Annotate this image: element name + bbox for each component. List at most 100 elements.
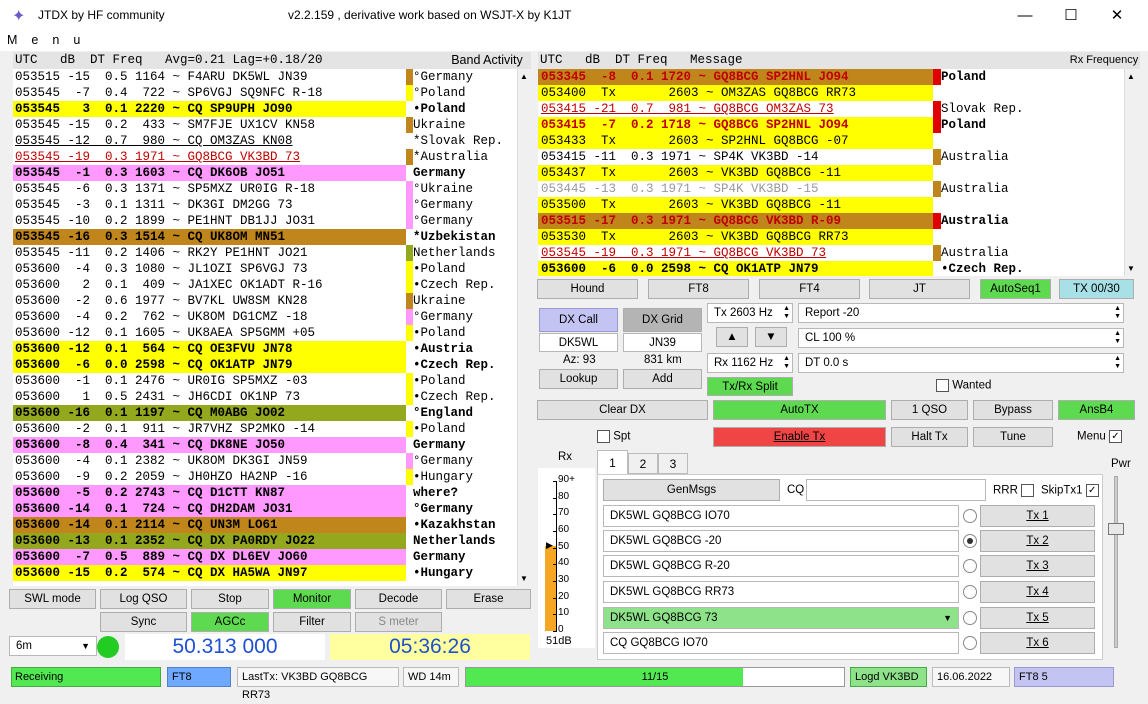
agcc-button[interactable]: AGCc <box>191 612 269 632</box>
band-activity-row[interactable]: 053600 -2 0.6 1977 ~ BV7KL UW8SM KN28 Ukr… <box>13 293 517 309</box>
band-activity-row[interactable]: 053600 -4 0.3 1080 ~ JL1OZI SP6VGJ 73 •Po… <box>13 261 517 277</box>
menu-mode[interactable]: n <box>45 31 66 47</box>
spin-arrows-icon[interactable]: ▲ ▼ <box>1114 305 1121 321</box>
lookup-button[interactable]: Lookup <box>539 369 618 389</box>
tx3-message-input[interactable]: DK5WL GQ8BCG R-20 <box>603 555 959 577</box>
wanted-checkbox[interactable]: Wanted <box>936 379 991 392</box>
rx-frequency-scrollbar[interactable]: ▲ ▼ <box>1124 69 1139 276</box>
band-activity-row[interactable]: 053600 -14 0.1 2114 ~ CQ UN3M LO61 •Kazak… <box>13 517 517 533</box>
band-activity-row[interactable]: 053600 -5 0.2 2743 ~ CQ D1CTT KN87 where? <box>13 485 517 501</box>
tx2-message-input[interactable]: DK5WL GQ8BCG -20 <box>603 530 959 552</box>
menu-help[interactable] <box>157 42 171 44</box>
add-button[interactable]: Add <box>623 369 702 389</box>
band-activity-row[interactable]: 053600 2 0.1 409 ~ JA1XEC OK1ADT R-16 •Cz… <box>13 277 517 293</box>
jt-mode-button[interactable]: JT <box>869 279 970 299</box>
cl-spinbox[interactable]: CL 100 % ▲ ▼ <box>798 328 1124 348</box>
band-activity-row[interactable]: 053600 -6 0.0 2598 ~ CQ OK1ATP JN79 •Czec… <box>13 357 517 373</box>
band-activity-row[interactable]: 053545 -6 0.3 1371 ~ SP5MXZ UR0IG R-18 °U… <box>13 181 517 197</box>
spt-checkbox[interactable]: Spt <box>597 430 630 443</box>
pwr-slider-handle[interactable] <box>1108 523 1124 535</box>
down-arrow-button[interactable]: ▼ <box>755 327 787 347</box>
band-activity-row[interactable]: 053545 -12 0.7 980 ~ CQ OM3ZAS KN08 *Slov… <box>13 133 517 149</box>
rx-frequency-row[interactable]: 053545 -19 0.3 1971 ~ GQ8BCG VK3BD 73 Aus… <box>538 245 1124 261</box>
band-activity-row[interactable]: 053545 3 0.1 2220 ~ CQ SP9UPH JO90 •Polan… <box>13 101 517 117</box>
rx-frequency-list[interactable]: 053345 -8 0.1 1720 ~ GQ8BCG SP2HNL JO94 P… <box>538 69 1124 276</box>
clear-dx-button[interactable]: Clear DX <box>537 400 708 420</box>
rx-frequency-row[interactable]: 053345 -8 0.1 1720 ~ GQ8BCG SP2HNL JO94 P… <box>538 69 1124 85</box>
sync-button[interactable]: Sync <box>100 612 187 632</box>
tx5-message-combo[interactable]: DK5WL GQ8BCG 73 ▼ <box>603 607 959 629</box>
band-activity-list[interactable]: 053515 -15 0.5 1164 ~ F4ARU DK5WL JN39 °G… <box>13 69 517 586</box>
rx-frequency-row[interactable]: 053530 Tx 2603 ~ VK3BD GQ8BCG RR73 <box>538 229 1124 245</box>
band-activity-row[interactable]: 053600 -16 0.1 1197 ~ CQ M0ABG JO02 °Engl… <box>13 405 517 421</box>
monitor-button[interactable]: Monitor <box>273 589 351 609</box>
tx5-button[interactable]: Tx 5 <box>980 607 1095 629</box>
band-activity-row[interactable]: 053600 -8 0.4 341 ~ CQ DK8NE JO50 Germany <box>13 437 517 453</box>
rrr-checkbox[interactable]: RRR <box>993 484 1035 497</box>
band-select[interactable]: 6m ▼ <box>9 636 97 656</box>
report-spinbox[interactable]: Report -20 ▲ ▼ <box>798 303 1124 323</box>
erase-button[interactable]: Erase <box>446 589 531 609</box>
band-activity-row[interactable]: 053545 -16 0.3 1514 ~ CQ UK8OM MN51 *Uzbe… <box>13 229 517 245</box>
chevron-down-icon[interactable]: ▼ <box>81 641 90 651</box>
rx-frequency-row[interactable]: 053437 Tx 2603 ~ VK3BD GQ8BCG -11 <box>538 165 1124 181</box>
spin-arrows-icon[interactable]: ▲ ▼ <box>1114 355 1121 371</box>
band-activity-row[interactable]: 053545 -10 0.2 1899 ~ PE1HNT DB1JJ JO31 °… <box>13 213 517 229</box>
menu-checkbox[interactable]: Menu ✓ <box>1077 430 1122 443</box>
one-qso-button[interactable]: 1 QSO <box>891 400 968 420</box>
log-qso-button[interactable]: Log QSO <box>100 589 187 609</box>
menu-view[interactable]: e <box>24 31 45 47</box>
band-activity-row[interactable]: 053600 -2 0.1 911 ~ JR7VHZ SP2MKO -14 •Po… <box>13 421 517 437</box>
band-activity-row[interactable]: 053545 -11 0.2 1406 ~ RK2Y PE1HNT JO21 Ne… <box>13 245 517 261</box>
tx3-button[interactable]: Tx 3 <box>980 555 1095 577</box>
tune-button[interactable]: Tune <box>973 427 1053 447</box>
tab-1[interactable]: 1 <box>597 450 628 475</box>
bypass-button[interactable]: Bypass <box>973 400 1053 420</box>
rx-frequency-spinbox[interactable]: Rx 1162 Hz ▲ ▼ <box>707 353 793 373</box>
band-activity-row[interactable]: 053600 1 0.5 2431 ~ JH6CDI OK1NP 73 •Czec… <box>13 389 517 405</box>
band-activity-row[interactable]: 053600 -1 0.1 2476 ~ UR0IG SP5MXZ -03 •Po… <box>13 373 517 389</box>
tab-2[interactable]: 2 <box>628 453 658 474</box>
ft8-mode-button[interactable]: FT8 <box>648 279 749 299</box>
band-activity-row[interactable]: 053545 -7 0.4 722 ~ SP6VGJ SQ9NFC R-18 °P… <box>13 85 517 101</box>
tx1-radio[interactable] <box>963 509 977 523</box>
rx-frequency-row[interactable]: 053400 Tx 2603 ~ OM3ZAS GQ8BCG RR73 <box>538 85 1124 101</box>
dt-spinbox[interactable]: DT 0.0 s ▲ ▼ <box>798 353 1124 373</box>
tx2-button[interactable]: Tx 2 <box>980 530 1095 552</box>
ansb4-button[interactable]: AnsB4 <box>1058 400 1135 420</box>
hound-button[interactable]: Hound <box>537 279 638 299</box>
band-activity-row[interactable]: 053545 -19 0.3 1971 ~ GQ8BCG VK3BD 73 *Au… <box>13 149 517 165</box>
menu-misc[interactable] <box>129 42 143 44</box>
s-meter-button[interactable]: S meter <box>355 612 442 632</box>
tx-period-button[interactable]: TX 00/30 <box>1059 279 1134 299</box>
band-activity-row[interactable]: 053600 -9 0.2 2059 ~ JH0HZO HA2NP -16 •Hu… <box>13 469 517 485</box>
close-icon[interactable]: ✕ <box>1094 0 1140 31</box>
tx1-button[interactable]: Tx 1 <box>980 505 1095 527</box>
band-activity-row[interactable]: 053545 -3 0.1 1311 ~ DK3GI DM2GG 73 °Germ… <box>13 197 517 213</box>
genmsgs-button[interactable]: GenMsgs <box>603 479 780 501</box>
autoseq-button[interactable]: AutoSeq1 <box>980 279 1051 299</box>
rx-frequency-row[interactable]: 053415 -21 0.7 981 ~ GQ8BCG OM3ZAS 73 Slo… <box>538 101 1124 117</box>
tx4-button[interactable]: Tx 4 <box>980 581 1095 603</box>
up-arrow-button[interactable]: ▲ <box>716 327 748 347</box>
tx5-radio[interactable] <box>963 611 977 625</box>
tx6-button[interactable]: Tx 6 <box>980 632 1095 654</box>
menu-dxpedition[interactable] <box>115 42 129 44</box>
band-activity-row[interactable]: 053600 -12 0.1 1605 ~ UK8AEA SP5GMM +05 •… <box>13 325 517 341</box>
band-activity-row[interactable]: 053600 -15 0.2 574 ~ CQ DX HA5WA JN97 •Hu… <box>13 565 517 581</box>
rx-frequency-row[interactable]: 053415 -11 0.3 1971 ~ SP4K VK3BD -14 Aust… <box>538 149 1124 165</box>
rx-frequency-row[interactable]: 053433 Tx 2603 ~ SP2HNL GQ8BCG -07 <box>538 133 1124 149</box>
tx-rx-split-button[interactable]: Tx/Rx Split <box>707 377 793 396</box>
band-activity-row[interactable]: 053600 -7 0.5 889 ~ CQ DX DL6EV JO60 Germ… <box>13 549 517 565</box>
rx-frequency-row[interactable]: 053445 -13 0.3 1971 ~ SP4K VK3BD -15 Aust… <box>538 181 1124 197</box>
maximize-icon[interactable]: ☐ <box>1048 0 1094 31</box>
band-activity-row[interactable]: 053545 -15 0.2 433 ~ SM7FJE UX1CV KN58 Uk… <box>13 117 517 133</box>
minimize-icon[interactable]: — <box>1002 0 1048 31</box>
band-activity-row[interactable]: 053600 -13 0.1 2352 ~ CQ DX PA0RDY JO22 N… <box>13 533 517 549</box>
swl-mode-button[interactable]: SWL mode <box>9 589 96 609</box>
rx-frequency-row[interactable]: 053500 Tx 2603 ~ VK3BD GQ8BCG -11 <box>538 197 1124 213</box>
enable-tx-button[interactable]: Enable Tx <box>713 427 886 447</box>
ft4-mode-button[interactable]: FT4 <box>759 279 860 299</box>
tx-frequency-spinbox[interactable]: Tx 2603 Hz ▲ ▼ <box>707 303 793 323</box>
tx6-radio[interactable] <box>963 636 977 650</box>
